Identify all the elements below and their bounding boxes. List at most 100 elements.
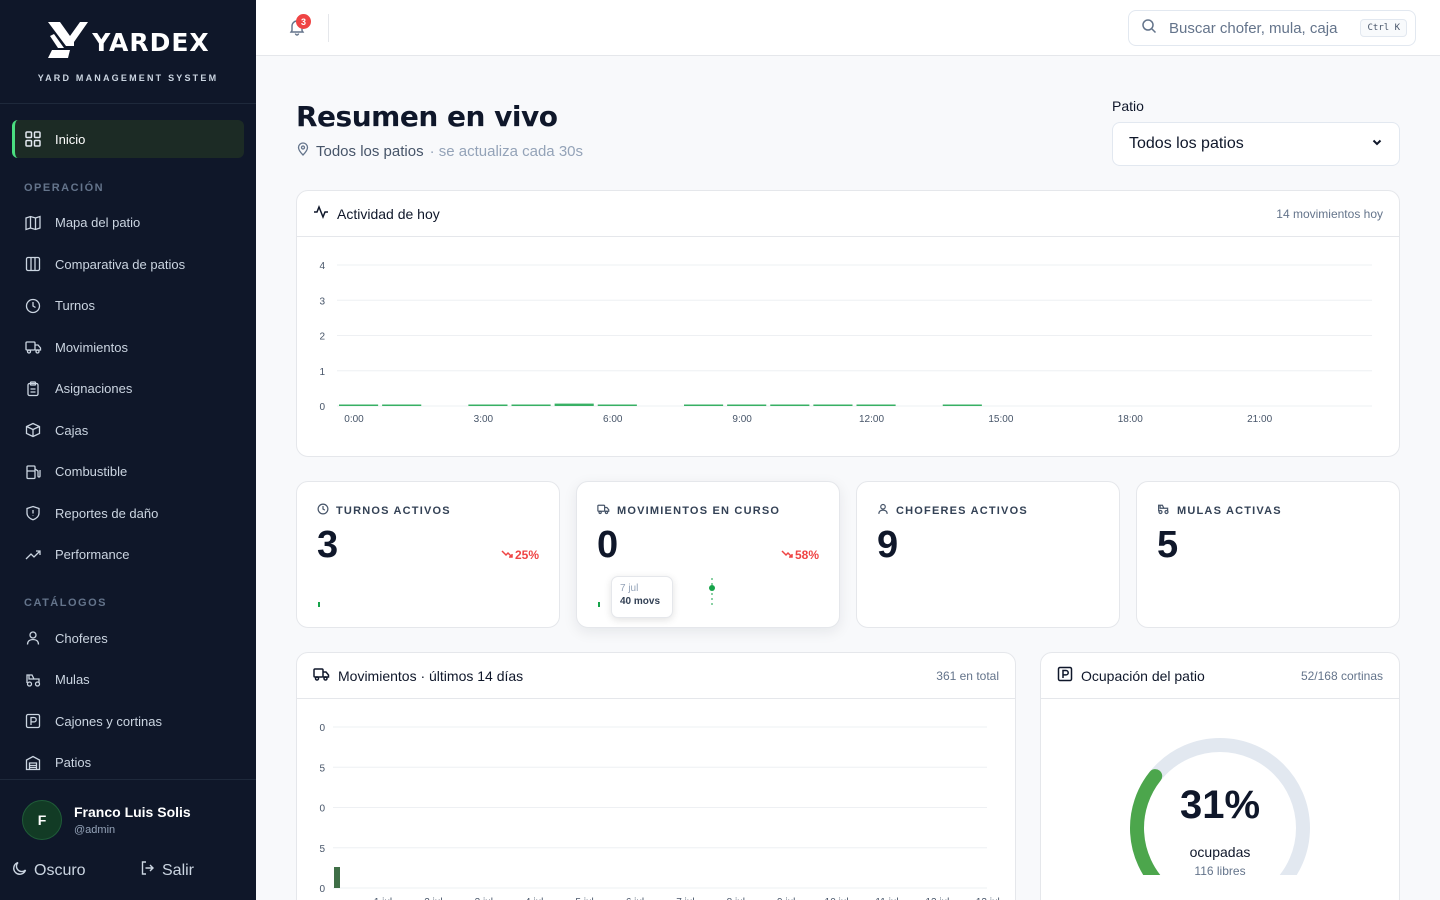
search-input[interactable]: Buscar chofer, mula, caja Ctrl K (1128, 10, 1416, 46)
chevron-down-icon (1371, 135, 1383, 153)
bar (942, 404, 982, 406)
movements-title: Movimientos · últimos 14 días (338, 667, 524, 684)
logout-label: Salir (162, 861, 195, 879)
parking-icon (24, 712, 42, 730)
user-icon (877, 503, 889, 518)
y-tick-label: 5 (319, 844, 325, 855)
sidebar-item-label: Inicio (55, 131, 86, 147)
sidebar-item-mapa[interactable]: Mapa del patio (12, 204, 244, 242)
stat-card-turnos[interactable]: TURNOS ACTIVOS 3 25% (296, 481, 560, 628)
stat-label: CHOFERES ACTIVOS (896, 504, 1028, 517)
sidebar-item-label: Cajas (55, 422, 89, 438)
sparkline-point (709, 585, 715, 591)
sidebar-item-cajas[interactable]: Cajas (12, 411, 244, 449)
stat-value: 9 (877, 524, 899, 566)
movements-meta: 361 en total (936, 668, 999, 683)
sidebar-item-inicio[interactable]: Inicio (12, 120, 244, 158)
sidebar-item-label: Patios (55, 755, 92, 770)
sidebar-item-label: Cajones y cortinas (55, 713, 162, 729)
x-tick-label: 18:00 (1118, 414, 1143, 425)
sidebar-item-label: Asignaciones (55, 381, 133, 396)
bar (597, 404, 637, 406)
occupancy-gauge (1130, 738, 1310, 875)
map-pin-icon (296, 142, 310, 160)
brand-name: YARDEX (92, 28, 210, 57)
chart-tooltip: 7 jul 40 movs (611, 576, 673, 618)
x-tick-label: 12:00 (859, 414, 884, 425)
activity-meta: 14 movimientos hoy (1276, 206, 1383, 221)
location-text: Todos los patios (316, 142, 424, 160)
occupancy-free-label: 116 libres (1194, 864, 1246, 878)
logout-button[interactable]: Salir (140, 860, 194, 881)
stat-label: MULAS ACTIVAS (1177, 504, 1282, 517)
truck-icon (313, 666, 330, 685)
sparkline-bar (318, 602, 320, 607)
truck-icon (24, 338, 42, 356)
fuel-icon (24, 463, 42, 481)
sidebar-item-patios[interactable]: Patios (12, 744, 244, 782)
bar (334, 867, 340, 888)
sidebar-item-mulas[interactable]: Mulas (12, 661, 244, 699)
sidebar-item-label: Mapa del patio (55, 215, 141, 230)
bar (511, 404, 551, 406)
stat-card-movimientos[interactable]: MOVIMIENTOS EN CURSO 0 58% 7 jul 40 movs (576, 481, 840, 628)
sidebar-item-label: Combustible (55, 464, 128, 479)
columns-icon (24, 255, 42, 273)
box-icon (24, 421, 42, 439)
sidebar-item-label: Comparativa de patios (55, 256, 186, 272)
x-tick-label: 3:00 (474, 414, 494, 425)
sidebar-item-cajones[interactable]: Cajones y cortinas (12, 702, 244, 740)
bar (339, 404, 379, 406)
sidebar-item-turnos[interactable]: Turnos (12, 287, 244, 325)
sidebar-item-combustible[interactable]: Combustible (12, 453, 244, 491)
sidebar-item-performance[interactable]: Performance (12, 536, 244, 574)
bar (382, 404, 422, 406)
nav-section-catalogos: CATÁLOGOS (24, 597, 107, 609)
occupancy-percent: 31% (1179, 783, 1261, 827)
moon-icon (12, 860, 28, 881)
sidebar: YARDEX YARD MANAGEMENT SYSTEM Inicio OPE… (0, 0, 256, 900)
search-icon (1141, 18, 1157, 39)
sidebar-item-comparativa[interactable]: Comparativa de patios (12, 245, 244, 283)
x-tick-label: 15:00 (988, 414, 1013, 425)
bar (554, 403, 594, 406)
sidebar-item-label: Movimientos (55, 339, 128, 355)
bar (813, 404, 853, 406)
stat-card-mulas[interactable]: MULAS ACTIVAS 5 (1136, 481, 1400, 628)
patio-selected: Todos los patios (1129, 135, 1244, 152)
patio-select[interactable]: Todos los patios (1112, 122, 1400, 166)
y-tick-label: 0 (319, 884, 325, 895)
theme-toggle-button[interactable]: Oscuro (12, 860, 86, 881)
map-icon (24, 214, 42, 232)
refresh-text: · se actualiza cada 30s (429, 142, 583, 160)
topbar-divider (328, 14, 329, 42)
sidebar-item-reportes[interactable]: Reportes de daño (12, 494, 244, 532)
user-panel: F Franco Luis Solis @admin Oscuro Salir (0, 779, 256, 900)
y-tick-label: 0 (319, 804, 325, 815)
search-placeholder: Buscar chofer, mula, caja (1169, 19, 1338, 37)
bar (856, 404, 896, 406)
sparkline-bar (598, 602, 600, 607)
sidebar-item-label: Mulas (55, 672, 90, 687)
brand-subtitle: YARD MANAGEMENT SYSTEM (37, 73, 219, 83)
movements-card: Movimientos · últimos 14 días 361 en tot… (296, 652, 1016, 900)
shield-icon (24, 504, 42, 522)
sidebar-item-asignaciones[interactable]: Asignaciones (12, 370, 244, 408)
sidebar-item-movimientos[interactable]: Movimientos (12, 328, 244, 366)
stat-card-choferes[interactable]: CHOFERES ACTIVOS 9 (856, 481, 1120, 628)
y-tick-label: 2 (319, 332, 325, 343)
activity-card: Actividad de hoy 14 movimientos hoy 0 1 2 3… (296, 190, 1400, 457)
page-title: Resumen en vivo (296, 100, 558, 133)
sidebar-item-label: Performance (55, 547, 130, 562)
avatar[interactable]: F (22, 800, 62, 840)
notification-badge: 3 (296, 14, 311, 29)
clipboard-icon (24, 380, 42, 398)
nav-section-operacion: OPERACIÓN (24, 181, 105, 194)
sidebar-item-choferes[interactable]: Choferes (12, 619, 244, 657)
user-name: Franco Luis Solis (74, 804, 191, 820)
y-tick-label: 1 (319, 367, 325, 378)
tooltip-date: 7 jul (620, 583, 639, 594)
clock-icon (24, 297, 42, 315)
y-tick-label: 4 (319, 261, 325, 272)
occupancy-occupied-label: ocupadas (1189, 844, 1251, 860)
